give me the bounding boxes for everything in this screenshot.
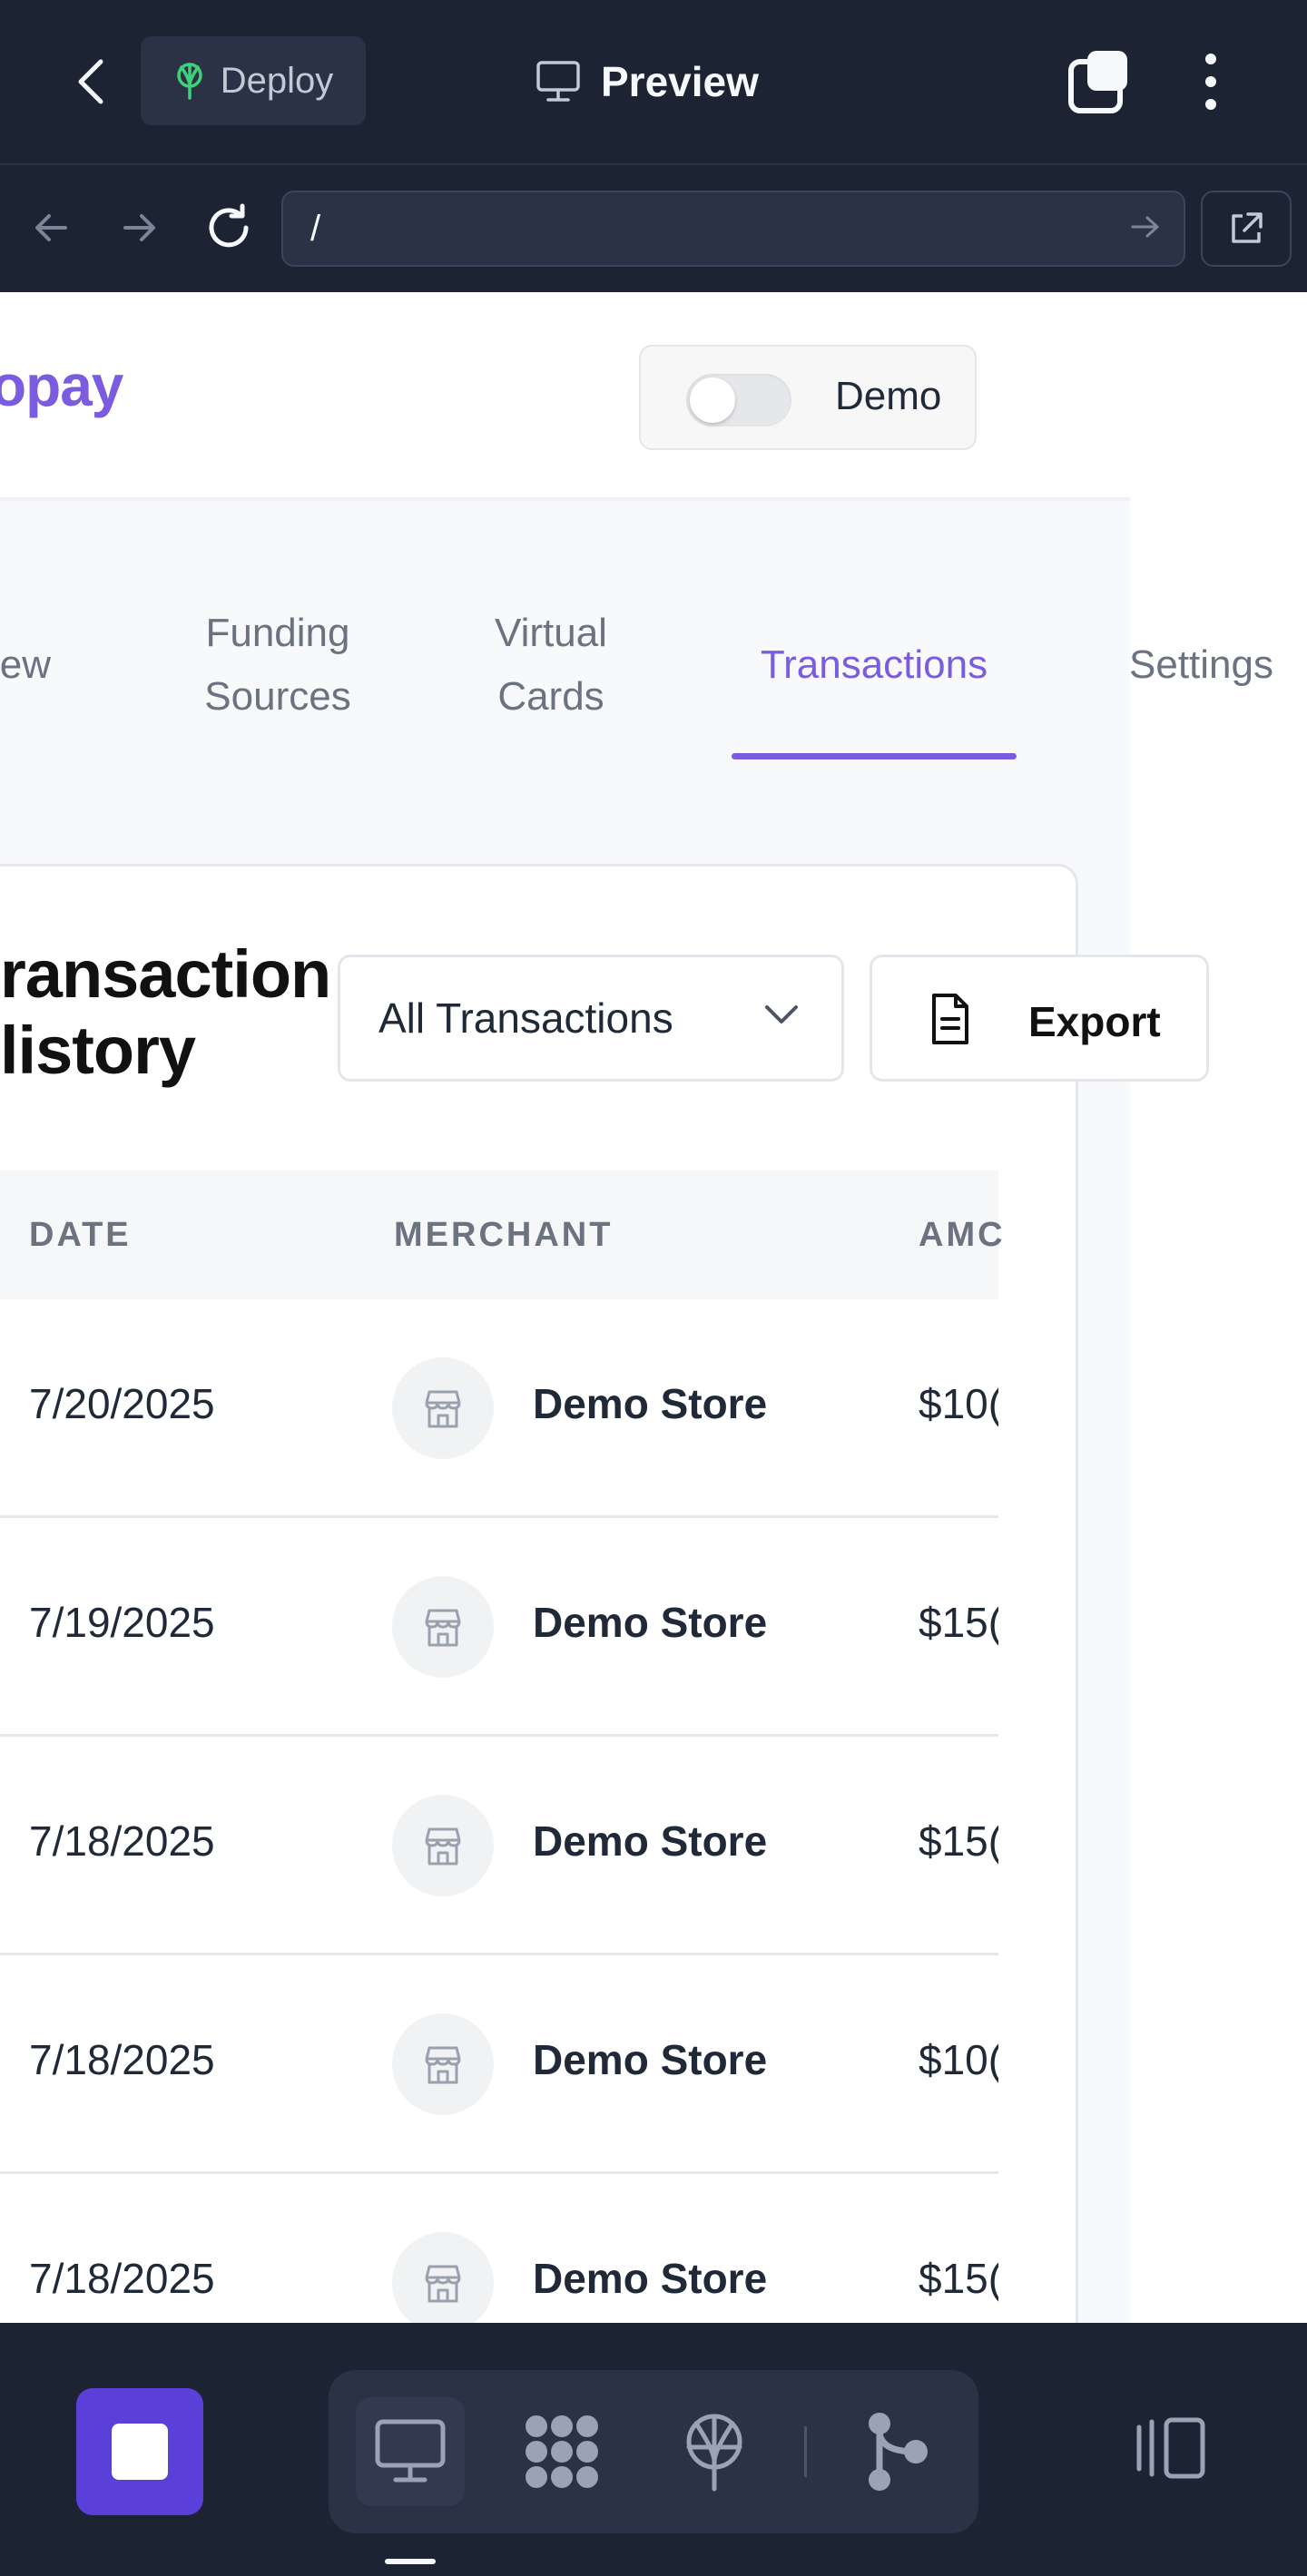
cell-amount: $15( <box>919 2255 998 2302</box>
back-button[interactable] <box>64 47 118 116</box>
store-icon <box>392 2013 494 2115</box>
preview-title: Preview <box>536 47 759 116</box>
browser-forward-button[interactable] <box>113 196 167 260</box>
chevron-left-icon <box>78 59 103 104</box>
cell-amount: $15( <box>919 1599 998 1646</box>
arrow-left-icon <box>35 214 67 241</box>
url-input[interactable]: / <box>281 191 1185 267</box>
table-row[interactable]: 7/19/2025 Demo Store $15( <box>0 1518 998 1737</box>
external-link-icon <box>1232 212 1263 243</box>
cell-date: 7/20/2025 <box>29 1380 215 1427</box>
browser-toolbar: / <box>0 163 1307 292</box>
deploy-icon <box>176 63 202 100</box>
cell-date: 7/18/2025 <box>29 2036 215 2083</box>
chevron-down-icon <box>765 1005 798 1024</box>
cell-merchant: Demo Store <box>533 2255 768 2302</box>
more-options-icon[interactable] <box>1189 47 1233 116</box>
stop-icon <box>112 2424 168 2480</box>
tab-overview[interactable]: iew <box>0 633 82 697</box>
git-branch-icon <box>869 2413 928 2491</box>
cell-merchant: Demo Store <box>533 1380 768 1427</box>
url-text: / <box>310 208 321 249</box>
transaction-filter-select[interactable]: All Transactions <box>338 955 844 1082</box>
store-icon <box>392 1357 494 1459</box>
reload-button[interactable] <box>201 196 256 260</box>
table-header: DATE MERCHANT AMC <box>0 1170 1003 1299</box>
app-header: opay Demo <box>0 292 1130 501</box>
cell-merchant: Demo Store <box>533 1599 768 1646</box>
home-indicator <box>385 2559 436 2564</box>
tab-virtual-cards[interactable]: Virtual Cards <box>456 602 646 729</box>
tool-separator <box>804 2426 807 2477</box>
cell-date: 7/18/2025 <box>29 1817 215 1865</box>
demo-mode-toggle[interactable]: Demo <box>639 345 977 450</box>
store-icon <box>392 2232 494 2323</box>
cell-merchant: Demo Store <box>533 1817 768 1865</box>
document-icon <box>932 994 968 1044</box>
column-header-date[interactable]: DATE <box>29 1216 132 1255</box>
open-new-tab-button[interactable] <box>1201 191 1292 267</box>
deploy-icon <box>686 2414 742 2492</box>
layout-toggle-button[interactable] <box>1125 2394 1216 2503</box>
cell-merchant: Demo Store <box>533 2036 768 2083</box>
column-header-merchant[interactable]: MERCHANT <box>394 1216 613 1255</box>
workspace-topbar: Deploy Preview <box>0 0 1307 163</box>
column-header-amount[interactable]: AMC <box>919 1216 1006 1255</box>
workflows-icon <box>526 2415 598 2488</box>
go-arrow-icon <box>1131 216 1159 238</box>
filter-value: All Transactions <box>378 994 673 1042</box>
export-label: Export <box>1028 998 1161 1045</box>
arrow-right-icon <box>123 214 155 241</box>
tab-funding-sources[interactable]: Funding Sources <box>178 602 378 729</box>
workflows-tool-button[interactable] <box>507 2397 616 2506</box>
preview-title-text: Preview <box>601 58 759 105</box>
table-row[interactable]: 7/18/2025 Demo Store $10( <box>0 1955 998 2174</box>
active-tab-indicator <box>732 753 1017 759</box>
cell-date: 7/19/2025 <box>29 1599 215 1646</box>
monitor-icon <box>536 61 580 102</box>
export-button[interactable]: Export <box>870 955 1209 1082</box>
cell-date: 7/18/2025 <box>29 2255 215 2302</box>
bottom-dock <box>0 2323 1307 2576</box>
app-preview: opay Demo iew Funding Sources Virtual Ca… <box>0 292 1307 2323</box>
app-main: opay Demo iew Funding Sources Virtual Ca… <box>0 292 1130 2323</box>
switch-knob <box>690 377 735 423</box>
cell-amount: $15( <box>919 1817 998 1865</box>
demo-label: Demo <box>835 374 942 418</box>
monitor-icon <box>375 2419 446 2483</box>
stop-button[interactable] <box>76 2388 203 2515</box>
split-view-icon <box>1136 2417 1205 2479</box>
table-row[interactable]: 7/20/2025 Demo Store $10( <box>0 1299 998 1518</box>
git-tool-button[interactable] <box>842 2397 951 2506</box>
deploy-button[interactable]: Deploy <box>141 36 366 125</box>
preview-tool-button[interactable] <box>356 2397 465 2506</box>
store-icon <box>392 1576 494 1678</box>
deploy-label: Deploy <box>220 60 334 101</box>
table-row[interactable]: 7/18/2025 Demo Store $15( <box>0 1737 998 1955</box>
store-icon <box>392 1795 494 1896</box>
demo-switch[interactable] <box>686 374 791 426</box>
cell-amount: $10( <box>919 1380 998 1427</box>
card-title: ransaction listory <box>0 936 331 1088</box>
app-logo: opay <box>0 353 123 418</box>
cell-amount: $10( <box>919 2036 998 2083</box>
table-row[interactable]: 7/18/2025 Demo Store $15( <box>0 2174 998 2323</box>
tool-group <box>329 2370 978 2533</box>
reload-icon <box>209 203 249 248</box>
deploy-tool-button[interactable] <box>660 2397 769 2506</box>
browser-back-button[interactable] <box>24 196 78 260</box>
tab-settings[interactable]: Settings <box>1129 633 1307 697</box>
tab-transactions[interactable]: Transactions <box>732 633 1017 697</box>
tabs-icon <box>1068 51 1127 113</box>
tabs-overview-button[interactable] <box>1064 47 1133 116</box>
